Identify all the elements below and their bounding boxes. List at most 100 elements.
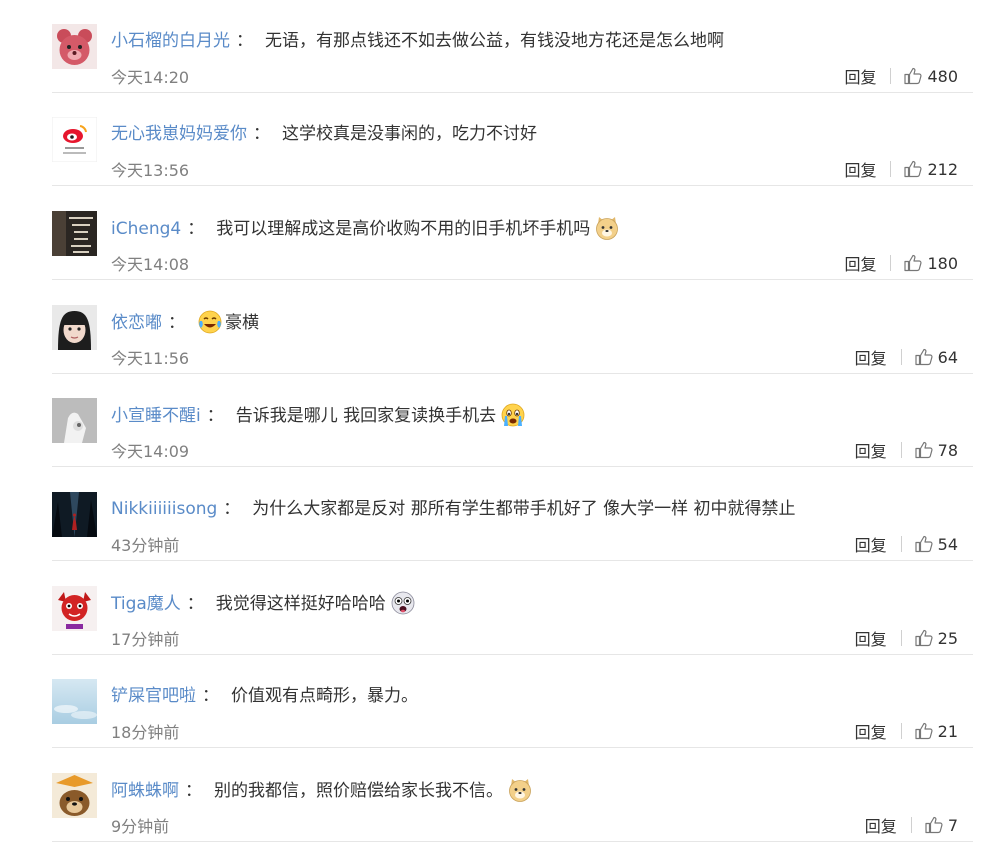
reply-button[interactable]: 回复 [844, 64, 876, 88]
crazy-face-emoji [390, 590, 416, 616]
username-link[interactable]: Nikkiiiiiisong [111, 499, 217, 519]
hand-photo-avatar[interactable] [52, 398, 97, 443]
thumbs-up-icon [925, 816, 943, 834]
comment-text: 我觉得这样挺好哈哈哈 [215, 594, 386, 614]
username-link[interactable]: iCheng4 [111, 219, 181, 239]
comment-actions: 回复 480 [844, 64, 958, 88]
thumbs-up-icon [904, 160, 923, 178]
colon: ： [223, 499, 241, 519]
comment-time: 今天11:56 [111, 349, 190, 368]
comment-time: 今天14:09 [111, 442, 190, 461]
comment-time: 今天13:56 [111, 161, 190, 180]
comment-text: 价值观有点畸形，暴力。 [231, 686, 418, 706]
thumbs-up-icon [915, 535, 933, 553]
like-count: 64 [937, 347, 958, 367]
pink-bear-avatar[interactable] [52, 24, 97, 69]
divider [910, 817, 912, 833]
username-link[interactable]: 铲屎官吧啦 [111, 686, 196, 706]
like-button[interactable]: 54 [914, 534, 958, 554]
comment-time: 9分钟前 [111, 817, 170, 836]
comment-actions: 回复 54 [855, 532, 958, 556]
comment-actions: 回复 78 [855, 438, 958, 462]
username-link[interactable]: 小石榴的白月光 [111, 31, 230, 51]
weibo-logo-avatar[interactable] [52, 117, 97, 162]
cartoon-dog-avatar[interactable] [52, 773, 97, 818]
like-button[interactable]: 180 [903, 253, 958, 273]
row-divider [52, 279, 973, 280]
like-button[interactable]: 480 [903, 66, 958, 86]
username-link[interactable]: Tiga魔人 [111, 594, 181, 614]
girl-photo-avatar[interactable] [52, 305, 97, 350]
comment-time: 43分钟前 [111, 536, 180, 555]
like-button[interactable]: 64 [914, 347, 958, 367]
comment-time: 18分钟前 [111, 723, 180, 742]
divider [890, 161, 892, 177]
comment-item: Nikkiiiiiisong ： 为什么大家都是反对 那所有学生都带手机好了 像大学… [0, 468, 998, 561]
reply-button[interactable]: 回复 [855, 719, 887, 743]
colon: ： [236, 31, 253, 51]
like-count: 180 [927, 253, 958, 273]
comment-item: 阿蛛蛛啊 ： 别的我都信，照价赔偿给家长我不信。 9分钟前 回复 7 [0, 749, 998, 842]
like-button[interactable]: 21 [914, 721, 958, 741]
dark-forest-avatar[interactable] [52, 492, 97, 537]
comment-item: 小宣睡不醒i： 告诉我是哪儿 我回家复读换手机去 今天14:09 回复 78 [0, 374, 998, 467]
thumbs-up-icon [915, 348, 933, 366]
comment-actions: 回复 212 [844, 157, 958, 181]
divider [890, 68, 892, 84]
row-divider [52, 747, 973, 748]
divider [900, 536, 902, 552]
like-button[interactable]: 7 [924, 815, 958, 835]
reply-button[interactable]: 回复 [855, 345, 887, 369]
comment-time: 今天14:20 [111, 68, 190, 87]
username-link[interactable]: 小宣睡不醒i [111, 406, 201, 426]
row-divider [52, 841, 973, 842]
colon: ： [168, 313, 185, 333]
username-link[interactable]: 无心我崽妈妈爱你 [111, 124, 247, 144]
thumbs-up-icon [904, 67, 923, 85]
reply-button[interactable]: 回复 [865, 813, 897, 837]
reply-button[interactable]: 回复 [855, 438, 887, 462]
comment-actions: 回复 21 [855, 719, 958, 743]
thumbs-up-icon [915, 722, 933, 740]
row-divider [52, 560, 973, 561]
username-link[interactable]: 阿蛛蛛啊 [111, 781, 179, 801]
like-count: 480 [927, 66, 958, 86]
divider [890, 255, 892, 271]
comment-text: 为什么大家都是反对 那所有学生都带手机好了 像大学一样 初中就得禁止 [252, 499, 796, 519]
strength-text-avatar[interactable] [52, 211, 97, 256]
comment-item: Tiga魔人： 我觉得这样挺好哈哈哈 17分钟前 回复 25 [0, 562, 998, 655]
thumbs-up-icon [915, 629, 933, 647]
reply-button[interactable]: 回复 [855, 626, 887, 650]
comment-time: 17分钟前 [111, 630, 180, 649]
comment-text: 我可以理解成这是高价收购不用的旧手机坏手机吗 [216, 219, 591, 239]
colon: ： [206, 406, 224, 426]
reply-button[interactable]: 回复 [844, 157, 876, 181]
like-button[interactable]: 25 [914, 628, 958, 648]
laugh-cry-emoji [197, 309, 223, 335]
comment-text: 别的我都信，照价赔偿给家长我不信。 [214, 781, 503, 801]
reply-button[interactable]: 回复 [855, 532, 887, 556]
like-count: 212 [927, 159, 958, 179]
doge-emoji [507, 777, 533, 803]
doge-emoji [594, 215, 620, 241]
comment-item: 无心我崽妈妈爱你 ： 这学校真是没事闲的，吃力不讨好 今天13:56 回复 212 [0, 93, 998, 186]
comment-time: 今天14:08 [111, 255, 190, 274]
reply-button[interactable]: 回复 [844, 251, 876, 275]
divider [900, 630, 902, 646]
divider [900, 349, 902, 365]
red-cartoon-avatar[interactable] [52, 586, 97, 631]
like-button[interactable]: 212 [903, 159, 958, 179]
comment-actions: 回复 64 [855, 345, 958, 369]
like-count: 78 [937, 440, 958, 460]
comment-item: iCheng4 ： 我可以理解成这是高价收购不用的旧手机坏手机吗 今天14:08 回… [0, 187, 998, 280]
comment-actions: 回复 25 [855, 626, 958, 650]
username-link[interactable]: 依恋嘟 [111, 313, 162, 333]
row-divider [52, 466, 973, 467]
like-button[interactable]: 78 [914, 440, 958, 460]
like-count: 54 [937, 534, 958, 554]
comment-item: 依恋嘟 ： 豪横 今天11:56 回复 64 [0, 281, 998, 374]
blue-sky-avatar[interactable] [52, 679, 97, 724]
colon: ： [202, 686, 219, 706]
row-divider [52, 185, 973, 186]
comment-actions: 回复 180 [844, 251, 958, 275]
